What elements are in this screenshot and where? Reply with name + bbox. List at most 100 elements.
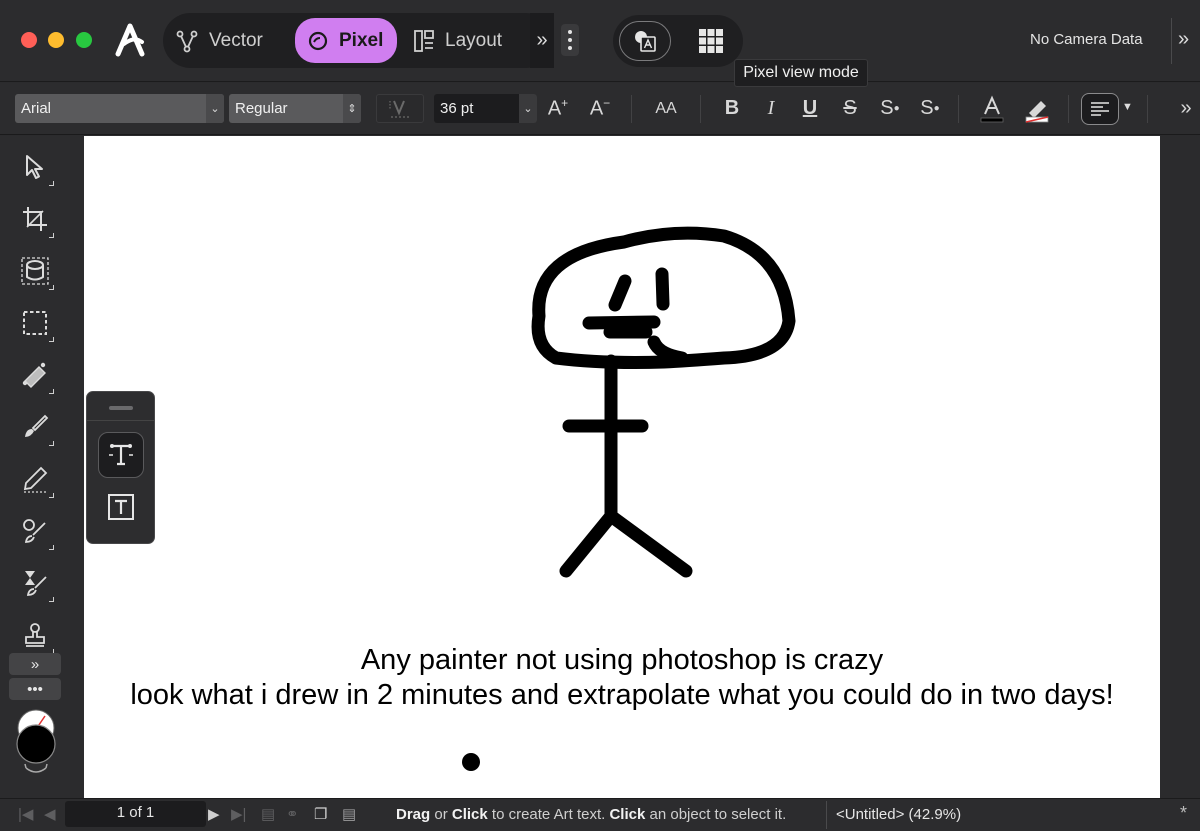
align-left-icon [1091, 102, 1109, 116]
underline-button[interactable]: U [794, 94, 826, 123]
more-tools-chevron-icon[interactable]: » [9, 653, 61, 675]
next-page-icon[interactable]: ▶ [208, 805, 220, 823]
bold-button[interactable]: B [716, 94, 748, 123]
zoom-window-button[interactable] [76, 32, 92, 48]
document-canvas[interactable]: Any painter not using photoshop is crazy… [84, 136, 1160, 798]
paragraph-align-button[interactable] [1081, 93, 1119, 125]
previous-page-icon[interactable]: ◀ [44, 805, 56, 823]
art-text-line-2[interactable]: look what i drew in 2 minutes and extrap… [84, 679, 1160, 712]
art-text-line-1[interactable]: Any painter not using photoshop is crazy [84, 644, 1160, 677]
font-style-select[interactable]: Regular ⇕ [229, 94, 361, 123]
hint-click-2: Click [609, 806, 646, 823]
status-hint: Drag or Click to create Art text. Click … [396, 806, 786, 823]
duplicate-page-icon[interactable]: ❐ [314, 805, 327, 823]
pixel-view-mode-button[interactable] [685, 21, 737, 61]
rectangular-marquee-tool[interactable] [14, 302, 56, 344]
gradient-fill-icon [22, 362, 46, 388]
status-bar: |◀ ◀ 1 of 1 ▶ ▶| ▤ ⚭ ❐ ▤ Drag or Click t… [0, 798, 1200, 831]
minimize-window-button[interactable] [48, 32, 64, 48]
customize-tools-button[interactable]: ••• [9, 678, 61, 700]
dodge-brush-tool[interactable] [14, 562, 56, 604]
highlight-color-button[interactable] [1021, 94, 1053, 123]
font-family-select[interactable]: Arial ⌄ [15, 94, 224, 123]
modified-indicator: * [1180, 803, 1188, 823]
superscript-button[interactable]: S ● [874, 94, 906, 123]
tool-flyout-corner [49, 181, 54, 186]
frame-text-icon [108, 494, 134, 520]
frame-text-tool[interactable] [98, 484, 144, 530]
kerning-button[interactable] [376, 94, 424, 123]
first-page-icon[interactable]: |◀ [18, 805, 33, 823]
flyout-divider [87, 420, 154, 421]
tool-flyout-corner [49, 285, 54, 290]
camera-data-status: No Camera Data [1030, 31, 1143, 48]
font-family-value: Arial [21, 100, 52, 117]
tool-flyout-corner [49, 441, 54, 446]
font-style-value: Regular [235, 100, 288, 117]
close-window-button[interactable] [21, 32, 37, 48]
font-size-value: 36 pt [440, 100, 474, 117]
chevron-down-icon: ⌄ [519, 94, 537, 123]
pixel-persona-label: Pixel [339, 29, 384, 51]
paint-brush-tool[interactable] [14, 406, 56, 448]
tools-panel: » ••• [0, 136, 70, 798]
page-view-icon[interactable]: ▤ [261, 805, 275, 823]
hint-or: or [430, 806, 452, 823]
toolbar-divider [700, 95, 701, 123]
subscript-button[interactable]: S ● [914, 94, 946, 123]
flyout-drag-handle[interactable] [109, 406, 133, 410]
view-mode-icon [635, 31, 656, 52]
tool-flyout-corner [49, 493, 54, 498]
affinity-app-window: Vector Pixel Layout » No Camera Data » P… [0, 0, 1200, 831]
more-options-button[interactable] [561, 24, 579, 56]
page-properties-icon[interactable]: ▤ [342, 805, 356, 823]
vector-persona-icon [176, 30, 198, 52]
vector-persona-label: Vector [209, 29, 263, 51]
decrease-font-size-button[interactable]: A− [584, 94, 616, 123]
clone-brush-tool[interactable] [14, 614, 56, 656]
increase-font-size-button[interactable]: A+ [542, 94, 574, 123]
vector-view-mode-button[interactable] [619, 21, 671, 61]
hint-click: Click [451, 806, 488, 823]
layout-persona-label: Layout [445, 29, 503, 51]
more-toolbar-chevron-icon[interactable]: » [1178, 28, 1189, 51]
all-caps-button[interactable]: AA [650, 94, 682, 123]
artistic-text-tool[interactable] [98, 432, 144, 478]
pixel-grid-icon [699, 29, 723, 53]
hint-mid: to create Art text. [487, 806, 610, 823]
text-color-icon [980, 95, 1004, 122]
flood-fill-tool[interactable] [14, 354, 56, 396]
color-well-icon[interactable] [12, 706, 60, 774]
selection-brush-tool[interactable] [14, 250, 56, 292]
chevron-down-icon: ⌄ [206, 94, 224, 123]
more-context-chevron-icon[interactable]: » [1170, 94, 1200, 123]
affinity-logo-icon[interactable] [112, 20, 148, 60]
crop-tool[interactable] [14, 198, 56, 240]
strikethrough-button[interactable]: S [834, 94, 866, 123]
page-indicator[interactable]: 1 of 1 [65, 801, 206, 827]
layout-persona-button[interactable]: Layout [413, 18, 502, 63]
selection-brush-icon [21, 257, 49, 285]
view-mode-tooltip: Pixel view mode [734, 59, 868, 87]
spread-link-icon[interactable]: ⚭ [286, 805, 299, 823]
title-divider [1171, 18, 1172, 64]
italic-button[interactable]: I [755, 94, 787, 123]
erase-brush-tool[interactable] [14, 510, 56, 552]
tool-flyout-corner [49, 597, 54, 602]
marquee-icon [23, 311, 47, 335]
last-page-icon[interactable]: ▶| [231, 805, 246, 823]
move-tool[interactable] [14, 146, 56, 188]
toolbar-divider [631, 95, 632, 123]
vector-persona-button[interactable]: Vector [175, 18, 263, 63]
text-color-button[interactable] [976, 94, 1008, 123]
more-personas-chevron-icon[interactable]: » [530, 13, 554, 68]
tool-flyout-corner [49, 337, 54, 342]
persona-switcher: Vector Pixel Layout [163, 13, 553, 68]
font-size-input[interactable]: 36 pt ⌄ [434, 94, 537, 123]
pixel-persona-button[interactable]: Pixel [295, 18, 397, 63]
move-arrow-icon [26, 155, 43, 179]
pixel-tool[interactable] [14, 458, 56, 500]
highlight-color-icon [1025, 100, 1049, 123]
superscript-label: S [880, 97, 894, 119]
chevron-down-icon[interactable]: ▼ [1122, 101, 1133, 113]
